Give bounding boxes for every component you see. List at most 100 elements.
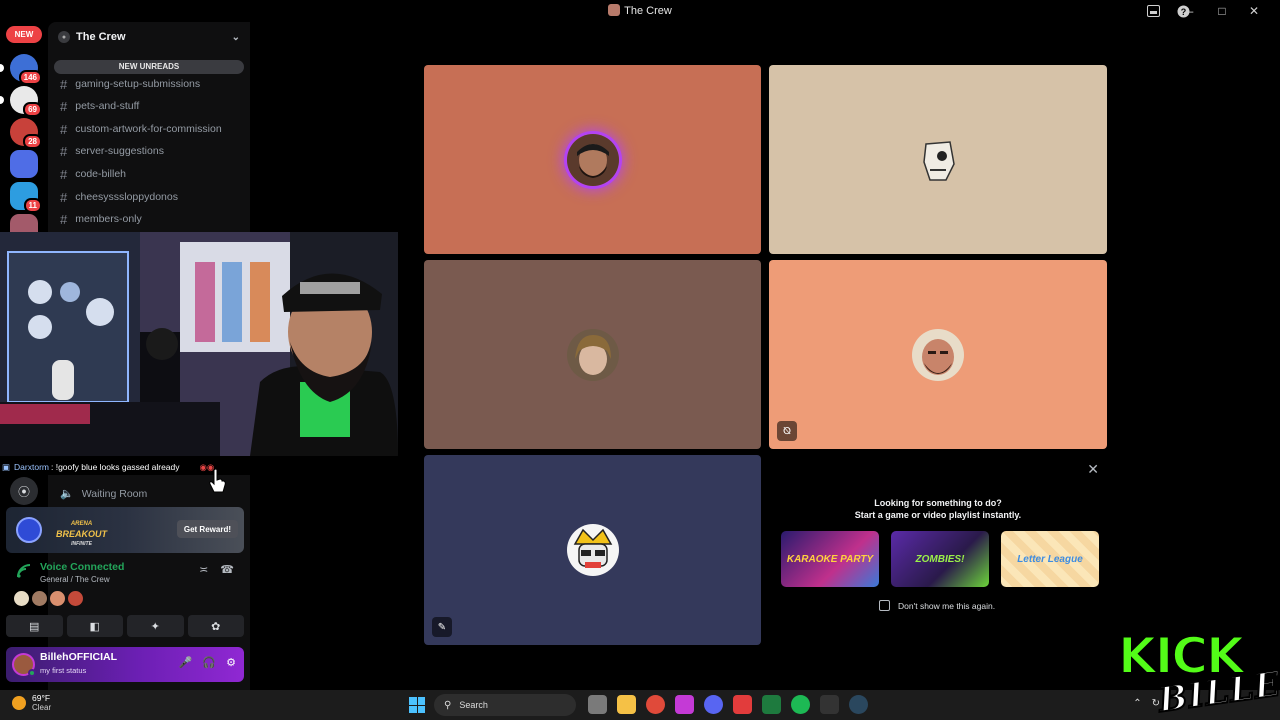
- inbox-icon[interactable]: [1145, 3, 1161, 19]
- participant-tile-4[interactable]: ⦰: [769, 260, 1107, 449]
- window-title: The Crew: [0, 4, 1280, 17]
- steam-icon[interactable]: [849, 695, 868, 714]
- server-header[interactable]: ● The Crew ⌄: [48, 22, 250, 52]
- activities-button[interactable]: ✦: [127, 615, 184, 637]
- file-explorer-icon[interactable]: [617, 695, 636, 714]
- channel-members-only[interactable]: # members-only: [60, 210, 142, 228]
- channel-label: cheesysssloppydonos: [75, 191, 178, 203]
- user-status[interactable]: my first status: [40, 666, 86, 675]
- participant-tile-1[interactable]: [424, 65, 761, 254]
- online-status-dot: [28, 669, 36, 677]
- settings-gear-icon[interactable]: ⚙: [226, 656, 236, 669]
- participant-avatar[interactable]: [14, 591, 29, 606]
- get-reward-button[interactable]: Get Reward!: [176, 520, 238, 538]
- reward-promo-banner[interactable]: ARENA BREAKOUT INFINITE Get Reward!: [6, 507, 244, 553]
- hash-icon: #: [60, 211, 68, 227]
- voice-status[interactable]: Voice Connected: [40, 561, 124, 573]
- weather-widget[interactable]: 69°F Clear: [12, 693, 51, 713]
- server-icon-5[interactable]: 11: [10, 182, 42, 213]
- app-icon[interactable]: [675, 695, 694, 714]
- participant-avatar[interactable]: [68, 591, 83, 606]
- checkbox-label: Don't show me this again.: [898, 600, 996, 611]
- channel-server-suggestions[interactable]: # server-suggestions: [60, 142, 164, 160]
- share-screen-button[interactable]: ◧: [66, 615, 123, 637]
- discover-icon[interactable]: ⦿: [10, 477, 38, 505]
- username[interactable]: BillehOFFICIAL: [40, 651, 117, 663]
- participant-tile-3[interactable]: [424, 260, 761, 449]
- voice-action-buttons: ▤ ◧ ✦ ✿: [6, 615, 244, 637]
- weather-icon: [12, 696, 26, 710]
- server-rail: NEW 146 69 28 11: [0, 22, 48, 232]
- user-controls: 🎤 🎧 ⚙: [179, 656, 236, 669]
- title-bar: The Crew ? – □ ✕: [0, 0, 1280, 22]
- hash-icon: #: [60, 98, 68, 114]
- microphone-icon[interactable]: 🎤: [179, 656, 193, 669]
- disconnect-icon[interactable]: ☎: [220, 563, 234, 576]
- unread-pip: [0, 64, 4, 72]
- activity-cards: KARAOKE PARTY ZOMBIES! Letter League: [781, 531, 1099, 587]
- camera-off-button[interactable]: ▤: [6, 615, 63, 637]
- channel-label: server-suggestions: [75, 145, 164, 157]
- participant-tile-5[interactable]: ✎: [424, 455, 761, 645]
- hash-icon: #: [60, 189, 68, 205]
- activity-card-label: KARAOKE PARTY: [786, 553, 874, 565]
- new-unreads-pill[interactable]: NEW UNREADS: [54, 60, 244, 74]
- signal-icon: [17, 564, 31, 578]
- participant-tile-2[interactable]: [769, 65, 1107, 254]
- server-icon-2[interactable]: 69: [10, 86, 42, 117]
- participant-avatar: [912, 133, 964, 186]
- new-badge[interactable]: NEW: [6, 26, 42, 43]
- server-icon-4[interactable]: [10, 150, 38, 178]
- app-icon-red[interactable]: [733, 695, 752, 714]
- voice-channel-waiting-room[interactable]: 🔈 Waiting Room: [60, 487, 147, 501]
- close-icon[interactable]: ✕: [1087, 461, 1099, 478]
- avatar[interactable]: [12, 653, 36, 677]
- channel-label: custom-artwork-for-commission: [75, 123, 222, 135]
- channel-sidebar: ● The Crew ⌄ NEW UNREADS # gaming-setup-s…: [48, 22, 250, 232]
- promo-brand-line3: INFINITE: [71, 541, 92, 547]
- start-button[interactable]: [409, 697, 425, 713]
- spotify-icon[interactable]: [791, 695, 810, 714]
- taskbar-search-label: Search: [459, 700, 488, 710]
- task-view-icon[interactable]: [588, 695, 607, 714]
- channel-code-billeh[interactable]: # code-billeh: [60, 165, 126, 183]
- lower-sidebar: ⦿ 🔈 Waiting Room ARENA BREAKOUT INFINITE…: [0, 475, 250, 690]
- channel-label: members-only: [75, 213, 142, 225]
- discord-icon[interactable]: [704, 695, 723, 714]
- chat-message: : !goofy blue looks gassed already: [50, 462, 180, 472]
- weather-condition: Clear: [32, 703, 52, 712]
- channel-label: gaming-setup-submissions: [75, 78, 201, 90]
- participant-avatar: [912, 328, 964, 381]
- server-icon-1[interactable]: 146: [10, 54, 42, 85]
- speaker-icon: 🔈: [60, 488, 74, 500]
- channel-custom-artwork[interactable]: # custom-artwork-for-commission: [60, 120, 222, 138]
- participant-avatar[interactable]: [50, 591, 65, 606]
- activity-card-label: Letter League: [1017, 553, 1083, 565]
- discord-app: The Crew ? – □ ✕ NEW 146 69 28 11 ● The …: [0, 0, 1280, 720]
- channel-gaming-setup-submissions[interactable]: # gaming-setup-submissions: [60, 75, 200, 93]
- xbox-icon[interactable]: [762, 695, 781, 714]
- soundboard-button[interactable]: ✿: [187, 615, 244, 637]
- server-icon-6[interactable]: [10, 214, 38, 232]
- headphones-icon[interactable]: 🎧: [202, 656, 216, 669]
- dont-show-again-checkbox[interactable]: Don't show me this again.: [879, 600, 995, 611]
- activity-card-karaoke[interactable]: KARAOKE PARTY: [781, 531, 879, 587]
- activity-card-letter-league[interactable]: Letter League: [1001, 531, 1099, 587]
- taskbar-search[interactable]: ⚲ Search: [434, 694, 576, 716]
- chrome-icon[interactable]: [646, 695, 665, 714]
- camera-off-icon: ⦰: [777, 421, 797, 441]
- minimize-button[interactable]: –: [1174, 2, 1206, 20]
- close-window-button[interactable]: ✕: [1238, 2, 1270, 20]
- channel-pets-and-stuff[interactable]: # pets-and-stuff: [60, 97, 139, 115]
- participant-avatar: [566, 328, 619, 381]
- noise-suppression-icon[interactable]: ≍: [199, 563, 208, 576]
- activity-card-zombies[interactable]: ZOMBIES!: [891, 531, 989, 587]
- epic-games-icon[interactable]: [820, 695, 839, 714]
- maximize-button[interactable]: □: [1206, 2, 1238, 20]
- participant-avatar[interactable]: [32, 591, 47, 606]
- checkbox-icon[interactable]: [879, 600, 890, 611]
- channel-cheesysssloppydonos[interactable]: # cheesysssloppydonos: [60, 188, 178, 206]
- hash-icon: #: [60, 143, 68, 159]
- voice-location[interactable]: General / The Crew: [40, 575, 110, 584]
- server-icon-3[interactable]: 28: [10, 118, 42, 149]
